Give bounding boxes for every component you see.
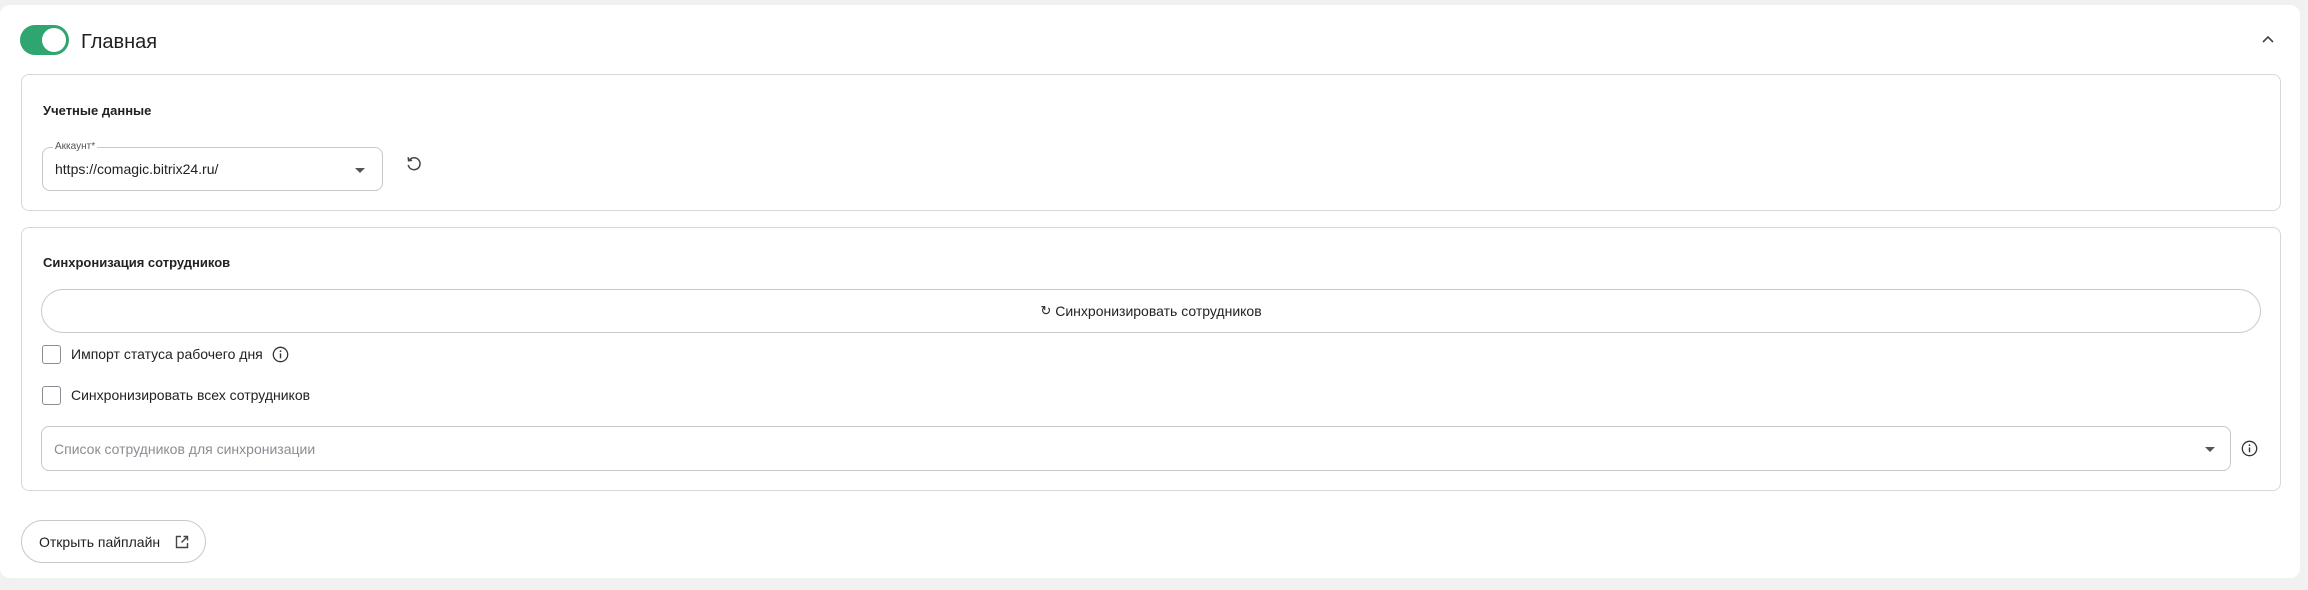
employee-list-placeholder: Список сотрудников для синхронизации [54,441,316,457]
credentials-section: Учетные данные Аккаунт* https://comagic.… [21,74,2281,211]
import-status-checkbox[interactable] [42,345,61,364]
sync-all-label: Синхронизировать всех сотрудников [71,387,311,403]
info-icon[interactable] [2241,440,2258,457]
employee-list-select[interactable]: Список сотрудников для синхронизации [41,426,2231,471]
info-icon[interactable] [272,346,289,363]
toggle-knob [42,28,66,52]
collapse-button[interactable] [2258,29,2278,49]
card-title: Главная [81,31,158,53]
import-status-label: Импорт статуса рабочего дня [71,346,263,362]
chevron-down-icon [355,168,365,173]
refresh-icon[interactable] [405,155,423,173]
account-label: Аккаунт* [53,141,98,153]
sync-button-label: Синхронизировать сотрудников [1055,303,1262,319]
sync-employees-button[interactable]: ↻ Синхронизировать сотрудников [41,289,2261,333]
open-pipeline-label: Открыть пайплайн [39,534,161,550]
sync-icon: ↻ [1040,303,1052,318]
external-link-icon [175,535,189,549]
main-settings-card: Главная Учетные данные Аккаунт* https://… [0,5,2300,578]
open-pipeline-button[interactable]: Открыть пайплайн [21,520,206,563]
credentials-title: Учетные данные [43,103,152,118]
sync-all-checkbox[interactable] [42,386,61,405]
account-select[interactable]: Аккаунт* https://comagic.bitrix24.ru/ [42,141,383,191]
chevron-down-icon [2205,447,2215,452]
main-toggle-switch[interactable] [20,25,69,55]
sync-title: Синхронизация сотрудников [43,255,231,270]
chevron-up-icon [2262,35,2274,43]
account-value: https://comagic.bitrix24.ru/ [55,161,219,177]
